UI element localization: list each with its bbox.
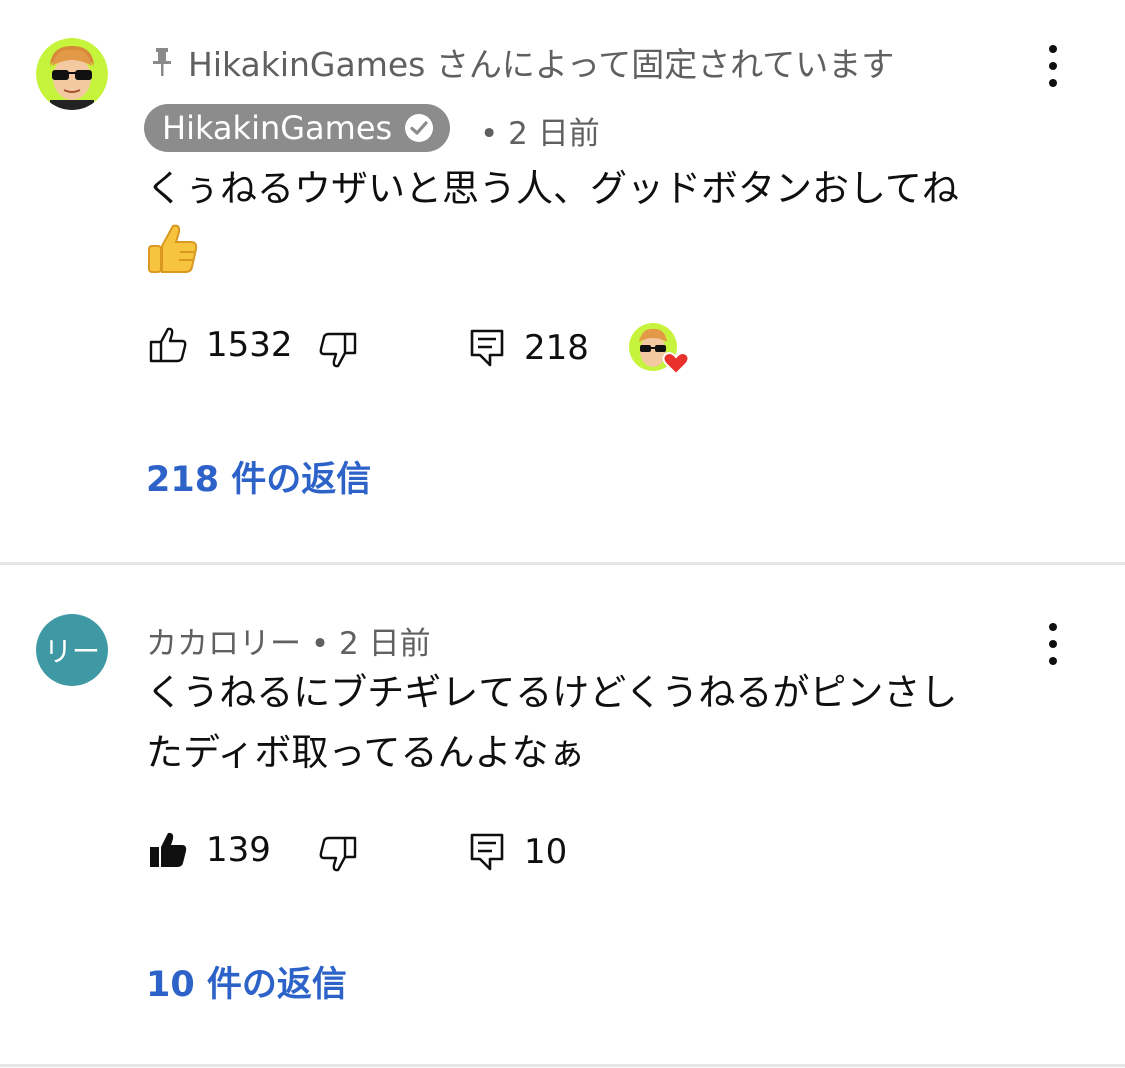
more-options-icon[interactable] [1033,619,1073,669]
thumb-up-outline-icon [149,327,187,363]
pinned-text: HikakinGames さんによって固定されています [188,45,895,84]
comment-text-line: くぅねるウザいと思う人、グッドボタンおしてね [146,167,959,210]
dislike-button[interactable] [318,834,358,874]
reply-count: 10 [524,832,568,872]
dislike-button[interactable] [318,330,358,370]
pinned-label: HikakinGames さんによって固定されています [150,38,894,86]
more-options-icon[interactable] [1033,41,1073,91]
author-avatar[interactable] [36,38,108,110]
view-replies-link[interactable]: 218 件の返信 [146,451,371,502]
like-button-active[interactable]: 139 [148,830,271,870]
reply-count: 218 [524,328,589,368]
comment-text-line: くうねるにブチギレてるけどくうねるがピンさし [146,671,958,714]
thumbs-up-emoji [146,222,198,293]
creator-heart-badge [628,322,692,380]
like-button[interactable]: 1532 [148,325,293,365]
thumb-up-filled-icon [150,832,187,867]
reply-button[interactable]: 10 [470,832,567,872]
author-channel-badge[interactable]: HikakinGames [144,104,451,152]
comment-text-line: たディボ取ってるんよなぁ [146,731,586,774]
comment-icon [470,329,504,367]
thumb-down-outline-icon [319,332,357,368]
comment-author-time: カカロリー • 2 日前 [146,626,431,662]
creator-heart-avatar [629,323,690,376]
author-name: HikakinGames [162,109,393,147]
view-replies-link[interactable]: 10 件の返信 [146,956,347,1007]
divider [0,1064,1125,1067]
thumb-down-outline-icon [319,836,357,872]
like-count: 139 [206,830,271,870]
comment-time: • 2 日前 [480,116,600,152]
like-count: 1532 [206,325,293,365]
comment-pinned: HikakinGames さんによって固定されています HikakinGames… [0,0,1125,562]
author-avatar[interactable]: リー [36,614,108,686]
comment-icon [470,833,504,871]
thumbs-up-emoji-icon [148,224,198,273]
verified-check-icon [405,114,434,142]
hikakin-avatar-image [36,38,108,110]
pin-icon [153,48,171,76]
divider [0,562,1125,565]
comment: リー カカロリー • 2 日前 くうねるにブチギレてるけどくうねるがピンさし た… [0,566,1125,1064]
reply-button[interactable]: 218 [470,328,589,368]
avatar-letter: リー [43,635,100,668]
